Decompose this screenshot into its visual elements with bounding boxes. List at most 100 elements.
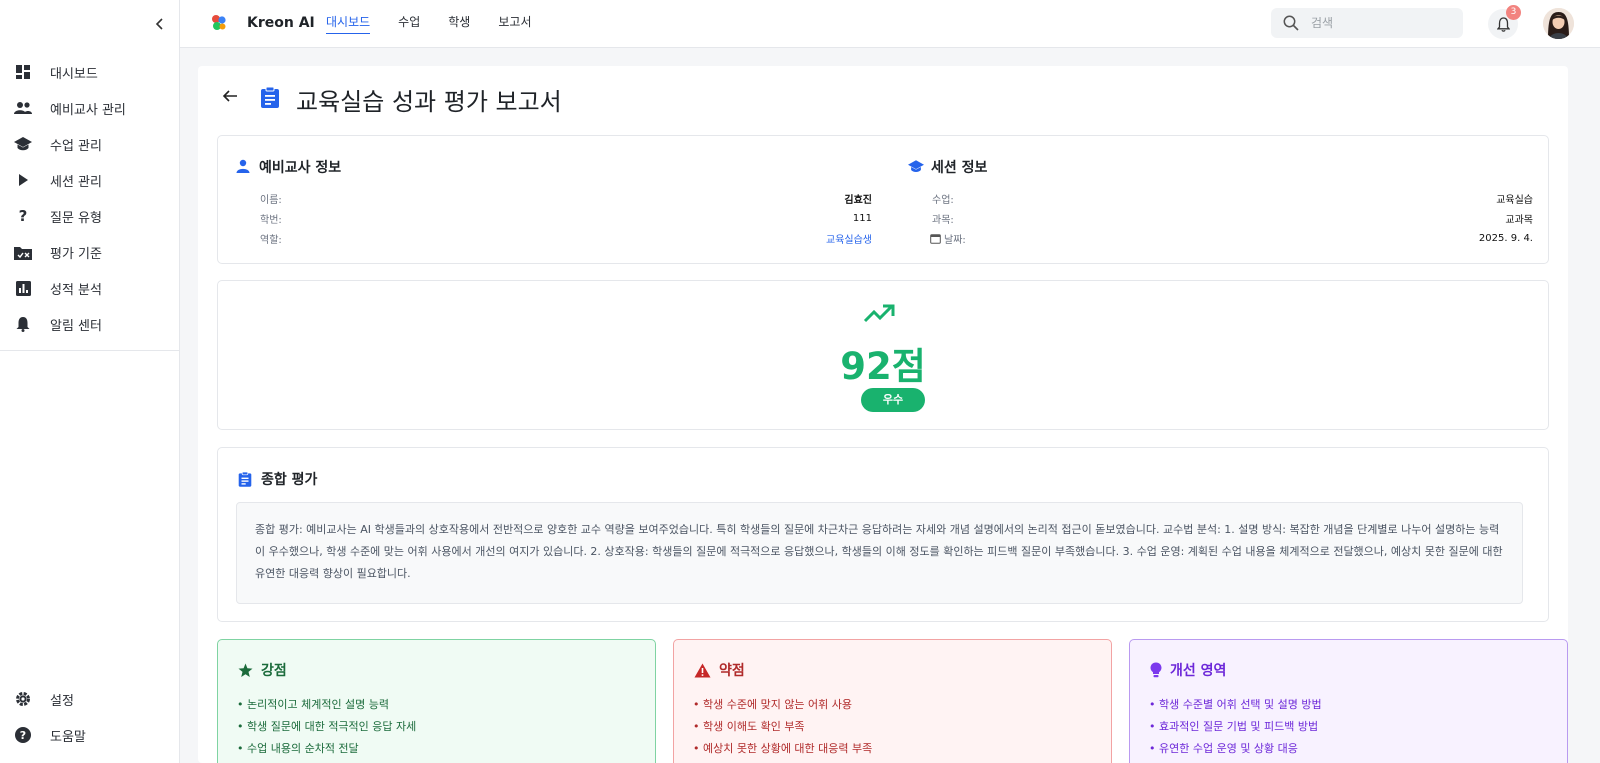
teacher-info-heading: 예비교사 정보 xyxy=(236,157,341,177)
person-icon xyxy=(236,159,252,175)
clipboard-icon xyxy=(238,471,254,487)
warning-icon xyxy=(694,663,711,677)
top-nav-dashboard[interactable]: 대시보드 xyxy=(326,13,371,34)
arrow-left-icon xyxy=(222,90,237,102)
list-item: • 예상치 못한 상황에 대한 대응력 부족 xyxy=(693,742,873,755)
sidebar-item-label: 세션 관리 xyxy=(50,174,102,190)
class-value: 교육실습 xyxy=(1496,194,1533,206)
summary-card: 종합 평가 종합 평가: 예비교사는 AI 학생들과의 상호작용에서 전반적으로… xyxy=(217,447,1549,622)
collapse-sidebar-button[interactable] xyxy=(150,14,170,34)
page-title: 교육실습 성과 평가 보고서 xyxy=(296,88,562,116)
date-row: 날짜: 2025. 9. 4. xyxy=(930,230,1533,246)
list-item: • 효과적인 질문 기법 및 피드백 방법 xyxy=(1149,720,1319,733)
sidebar-nav: 대시보드 예비교사 관리 수업 관리 세션 관리 ? 질문 유형 평가 기준 성… xyxy=(0,54,180,351)
strengths-card: 강점 • 논리적이고 체계적인 설명 능력 • 학생 질문에 대한 적극적인 응… xyxy=(217,639,656,763)
sidebar-item-dashboard[interactable]: 대시보드 xyxy=(0,54,180,90)
sidebar-item-label: 수업 관리 xyxy=(50,138,102,154)
student-id-row: 학번: 111 xyxy=(260,212,872,226)
bell-icon xyxy=(1496,16,1510,32)
strengths-heading: 강점 xyxy=(238,660,287,680)
sidebar-item-label: 성적 분석 xyxy=(50,282,102,298)
info-card: 예비교사 정보 이름: 김효진 학번: 111 역할: 교육실습생 세션 정보 … xyxy=(217,135,1549,264)
improvements-list: • 학생 수준별 어휘 선택 및 설명 방법 • 효과적인 질문 기법 및 피드… xyxy=(1149,694,1322,760)
improvements-card: 개선 영역 • 학생 수준별 어휘 선택 및 설명 방법 • 효과적인 질문 기… xyxy=(1129,639,1568,763)
school-icon xyxy=(908,159,924,175)
list-item: • 학생 수준별 어휘 선택 및 설명 방법 xyxy=(1149,698,1322,711)
improvements-heading: 개선 영역 xyxy=(1150,660,1226,680)
teacher-name-value: 김효진 xyxy=(844,194,872,206)
play-icon xyxy=(14,171,32,189)
top-nav-students[interactable]: 학생 xyxy=(448,13,470,34)
rule-folder-icon xyxy=(14,243,32,261)
help-icon: ? xyxy=(14,726,32,744)
weaknesses-card: 약점 • 학생 수준에 맞지 않는 어휘 사용 • 학생 이해도 확인 부족 •… xyxy=(673,639,1112,763)
session-info-heading: 세션 정보 xyxy=(908,157,987,177)
date-value: 2025. 9. 4. xyxy=(1478,232,1533,244)
subject-row: 과목: 교과목 xyxy=(932,210,1533,226)
list-item: • 논리적이고 체계적인 설명 능력 xyxy=(237,698,390,711)
people-icon xyxy=(14,99,32,117)
search-input[interactable] xyxy=(1311,16,1441,30)
sidebar-item-criteria[interactable]: 평가 기준 xyxy=(0,234,180,270)
summary-heading: 종합 평가 xyxy=(238,469,317,489)
class-row: 수업: 교육실습 xyxy=(932,190,1533,206)
bell-icon xyxy=(14,315,32,333)
sidebar-item-label: 대시보드 xyxy=(50,66,98,82)
sidebar-item-classes[interactable]: 수업 관리 xyxy=(0,126,180,162)
list-item: • 수업 내용의 순차적 전달 xyxy=(237,742,359,755)
lightbulb-icon xyxy=(1150,662,1162,678)
sidebar-item-sessions[interactable]: 세션 관리 xyxy=(0,162,180,198)
back-button[interactable] xyxy=(222,88,242,108)
list-item: • 학생 수준에 맞지 않는 어휘 사용 xyxy=(693,698,853,711)
score-card: 92점 우수 xyxy=(217,280,1549,430)
list-item: • 학생 이해도 확인 부족 xyxy=(693,720,805,733)
student-id-value: 111 xyxy=(852,212,872,224)
kreon-logo-icon[interactable] xyxy=(210,14,228,32)
search-box[interactable] xyxy=(1271,8,1463,38)
top-nav-reports[interactable]: 보고서 xyxy=(498,13,531,34)
list-item: • 유연한 수업 운영 및 상황 대응 xyxy=(1149,742,1298,755)
chevron-left-icon xyxy=(155,18,163,30)
gear-icon xyxy=(14,690,32,708)
trending-up-icon xyxy=(863,303,895,329)
report-panel: 교육실습 성과 평가 보고서 예비교사 정보 이름: 김효진 학번: 111 역… xyxy=(198,66,1568,763)
sidebar-item-label: 설정 xyxy=(50,693,74,709)
sidebar-item-label: 평가 기준 xyxy=(50,246,102,262)
sidebar-item-analytics[interactable]: 성적 분석 xyxy=(0,270,180,306)
question-icon: ? xyxy=(18,207,28,225)
role-value[interactable]: 교육실습생 xyxy=(826,231,872,246)
star-icon xyxy=(238,663,253,677)
search-icon xyxy=(1283,15,1299,31)
top-nav: 대시보드 수업 학생 보고서 xyxy=(326,13,531,34)
score-value: 92점 xyxy=(840,345,926,388)
sidebar-item-label: 예비교사 관리 xyxy=(50,102,126,118)
weaknesses-list: • 학생 수준에 맞지 않는 어휘 사용 • 학생 이해도 확인 부족 • 예상… xyxy=(693,694,872,760)
grade-badge: 우수 xyxy=(861,388,925,412)
sidebar-item-teachers[interactable]: 예비교사 관리 xyxy=(0,90,180,126)
role-row: 역할: 교육실습생 xyxy=(260,230,872,246)
clipboard-icon xyxy=(260,86,282,110)
avatar[interactable] xyxy=(1543,8,1574,39)
brand-name: Kreon AI xyxy=(247,15,315,31)
school-icon xyxy=(14,135,32,153)
bar-chart-icon xyxy=(14,279,32,297)
sidebar-item-help[interactable]: ? 도움말 xyxy=(0,717,180,753)
svg-text:?: ? xyxy=(20,729,26,742)
weaknesses-heading: 약점 xyxy=(694,660,745,680)
sidebar-bottom: 설정 ? 도움말 xyxy=(0,681,180,753)
summary-text: 종합 평가: 예비교사는 AI 학생들과의 상호작용에서 전반적으로 양호한 교… xyxy=(236,502,1523,604)
calendar-icon xyxy=(930,233,941,244)
sidebar-item-label: 질문 유형 xyxy=(50,210,102,226)
top-bar: Kreon AI 대시보드 수업 학생 보고서 3 xyxy=(180,0,1600,48)
subject-value: 교과목 xyxy=(1505,214,1533,226)
sidebar-item-notifications[interactable]: 알림 센터 xyxy=(0,306,180,342)
list-item: • 학생 질문에 대한 적극적인 응답 자세 xyxy=(237,720,417,733)
strengths-list: • 논리적이고 체계적인 설명 능력 • 학생 질문에 대한 적극적인 응답 자… xyxy=(237,694,416,760)
sidebar-item-settings[interactable]: 설정 xyxy=(0,681,180,717)
top-nav-classes[interactable]: 수업 xyxy=(398,13,420,34)
teacher-name-row: 이름: 김효진 xyxy=(260,190,872,206)
dashboard-icon xyxy=(14,63,32,81)
notification-count-badge: 3 xyxy=(1506,5,1521,20)
sidebar-item-label: 도움말 xyxy=(50,729,86,745)
sidebar-item-question-types[interactable]: ? 질문 유형 xyxy=(0,198,180,234)
